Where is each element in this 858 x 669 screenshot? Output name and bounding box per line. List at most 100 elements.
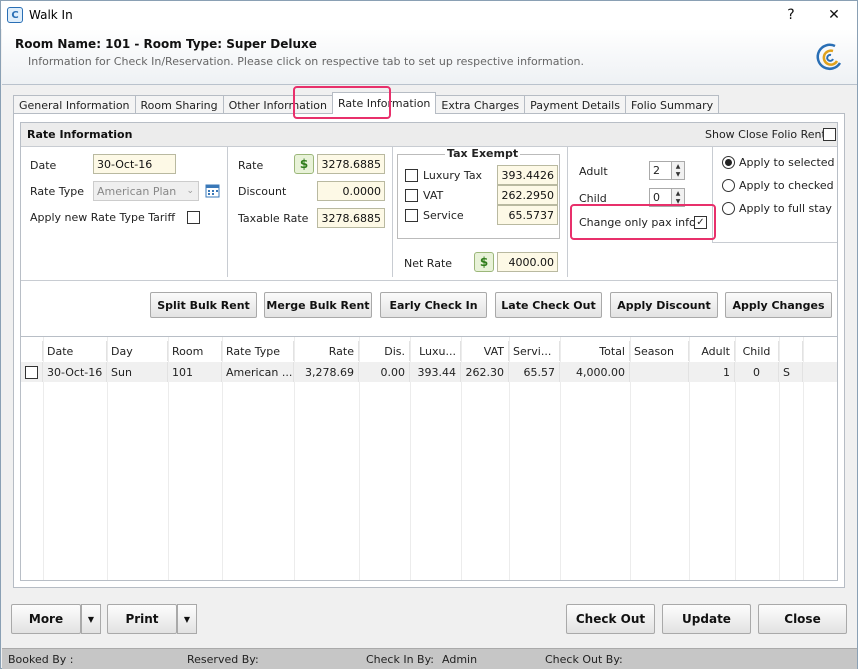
net-rate-dollar-icon[interactable]: $ (474, 252, 494, 272)
tab-general-information[interactable]: General Information (13, 95, 136, 114)
column-header[interactable]: Season (630, 341, 689, 361)
select-all-column (21, 341, 43, 361)
taxable-rate-field[interactable]: 3278.6885 (317, 208, 385, 228)
apply-new-tariff-label: Apply new Rate Type Tariff (30, 211, 176, 224)
column-header[interactable]: Date (43, 341, 107, 361)
split-bulk-rent-button[interactable]: Split Bulk Rent (150, 292, 257, 318)
apply-selected-label: Apply to selected (739, 156, 835, 169)
cell-total: 4,000.00 (560, 362, 630, 382)
date-field[interactable]: 30-Oct-16 (93, 154, 176, 174)
status-bar: Booked By : Reserved By: Check In By: Ad… (2, 648, 857, 669)
discount-label: Discount (238, 185, 287, 198)
print-dropdown-icon[interactable]: ▼ (177, 604, 197, 634)
column-header[interactable]: Rate Type (222, 341, 294, 361)
apply-new-tariff-checkbox[interactable] (187, 211, 200, 224)
cell-extra: S (779, 362, 803, 382)
tab-room-sharing[interactable]: Room Sharing (134, 95, 224, 114)
column-header[interactable]: Luxu... (410, 341, 461, 361)
tab-other-information[interactable]: Other Information (222, 95, 333, 114)
rate-type-label: Rate Type (30, 185, 84, 198)
title-bar: C Walk In ? ✕ (1, 1, 857, 29)
child-stepper[interactable]: 0 ▲ ▼ (649, 188, 685, 207)
divider (712, 147, 713, 243)
tab-rate-information[interactable]: Rate Information (332, 92, 437, 114)
calendar-icon[interactable] (205, 183, 220, 198)
net-rate-field[interactable]: 4000.00 (497, 252, 558, 272)
vat-checkbox[interactable] (405, 189, 418, 202)
rate-type-select[interactable]: American Plan ⌄ (93, 181, 199, 201)
apply-selected-radio[interactable] (722, 156, 735, 169)
tax-exempt-title: Tax Exempt (445, 147, 521, 160)
show-close-folio-label: Show Close Folio Rent (705, 128, 826, 141)
apply-discount-button[interactable]: Apply Discount (610, 292, 718, 318)
rate-field[interactable]: 3278.6885 (317, 154, 385, 174)
check-out-button[interactable]: Check Out (566, 604, 655, 634)
help-button[interactable]: ? (769, 1, 813, 29)
row-checkbox[interactable] (25, 365, 38, 379)
walk-in-window: C Walk In ? ✕ Room Name: 101 - Room Type… (0, 0, 858, 669)
show-close-folio-checkbox[interactable] (823, 128, 836, 141)
rate-dollar-icon[interactable]: $ (294, 154, 314, 174)
service-checkbox[interactable] (405, 209, 418, 222)
column-header[interactable]: VAT (461, 341, 509, 361)
divider (392, 147, 393, 277)
adult-stepper[interactable]: 2 ▲ ▼ (649, 161, 685, 180)
close-window-button[interactable]: ✕ (812, 1, 856, 29)
tab-payment-details[interactable]: Payment Details (524, 95, 626, 114)
late-check-out-button[interactable]: Late Check Out (495, 292, 602, 318)
cell-discount: 0.00 (359, 362, 410, 382)
table-row[interactable]: 30-Oct-16 Sun 101 American ... 3,278.69 … (21, 362, 837, 382)
early-check-in-button[interactable]: Early Check In (380, 292, 487, 318)
stepper-down-icon[interactable]: ▼ (671, 170, 684, 179)
stepper-down-icon[interactable]: ▼ (671, 197, 684, 206)
vat-field[interactable]: 262.2950 (497, 185, 558, 205)
cell-child: 0 (735, 362, 779, 382)
column-header[interactable]: Total (560, 341, 630, 361)
cell-season (630, 362, 689, 382)
service-field[interactable]: 65.5737 (497, 205, 558, 225)
apply-full-stay-label: Apply to full stay (739, 202, 832, 215)
luxury-tax-checkbox[interactable] (405, 169, 418, 182)
luxury-tax-label: Luxury Tax (423, 169, 483, 182)
row-select (21, 362, 43, 382)
change-pax-checkbox[interactable]: ✓ (694, 216, 707, 229)
close-button[interactable]: Close (758, 604, 847, 634)
tab-strip: General Information Room Sharing Other I… (13, 92, 720, 114)
header-subtitle: Information for Check In/Reservation. Pl… (28, 55, 585, 68)
cell-adult: 1 (689, 362, 735, 382)
change-pax-label: Change only pax info. (579, 216, 700, 229)
tab-folio-summary[interactable]: Folio Summary (624, 95, 720, 114)
print-button[interactable]: Print (107, 604, 177, 634)
cell-luxury: 393.44 (410, 362, 461, 382)
column-header[interactable]: Rate (294, 341, 359, 361)
cell-room: 101 (168, 362, 222, 382)
reserved-by-label: Reserved By: (187, 653, 259, 666)
discount-field[interactable]: 0.0000 (317, 181, 385, 201)
more-button[interactable]: More (11, 604, 81, 634)
check-out-by-label: Check Out By: (545, 653, 623, 666)
cell-date: 30-Oct-16 (43, 362, 107, 382)
column-header[interactable]: Dis. (359, 341, 410, 361)
column-header[interactable]: Child (735, 341, 779, 361)
date-label: Date (30, 159, 57, 172)
column-header[interactable]: Servi... (509, 341, 560, 361)
update-button[interactable]: Update (662, 604, 751, 634)
vat-label: VAT (423, 189, 444, 202)
apply-checked-radio[interactable] (722, 179, 735, 192)
divider (712, 242, 837, 243)
apply-full-stay-radio[interactable] (722, 202, 735, 215)
brand-logo-icon (816, 43, 842, 70)
chevron-down-icon: ⌄ (186, 186, 194, 196)
cell-day: Sun (107, 362, 168, 382)
child-label: Child (579, 192, 607, 205)
column-header[interactable]: Room (168, 341, 222, 361)
tab-extra-charges[interactable]: Extra Charges (435, 95, 526, 114)
column-header[interactable]: Day (107, 341, 168, 361)
luxury-tax-field[interactable]: 393.4426 (497, 165, 558, 185)
apply-changes-button[interactable]: Apply Changes (725, 292, 832, 318)
divider (21, 280, 837, 281)
merge-bulk-rent-button[interactable]: Merge Bulk Rent (264, 292, 372, 318)
divider (227, 147, 228, 277)
column-header[interactable]: Adult (689, 341, 735, 361)
more-dropdown-icon[interactable]: ▼ (81, 604, 101, 634)
